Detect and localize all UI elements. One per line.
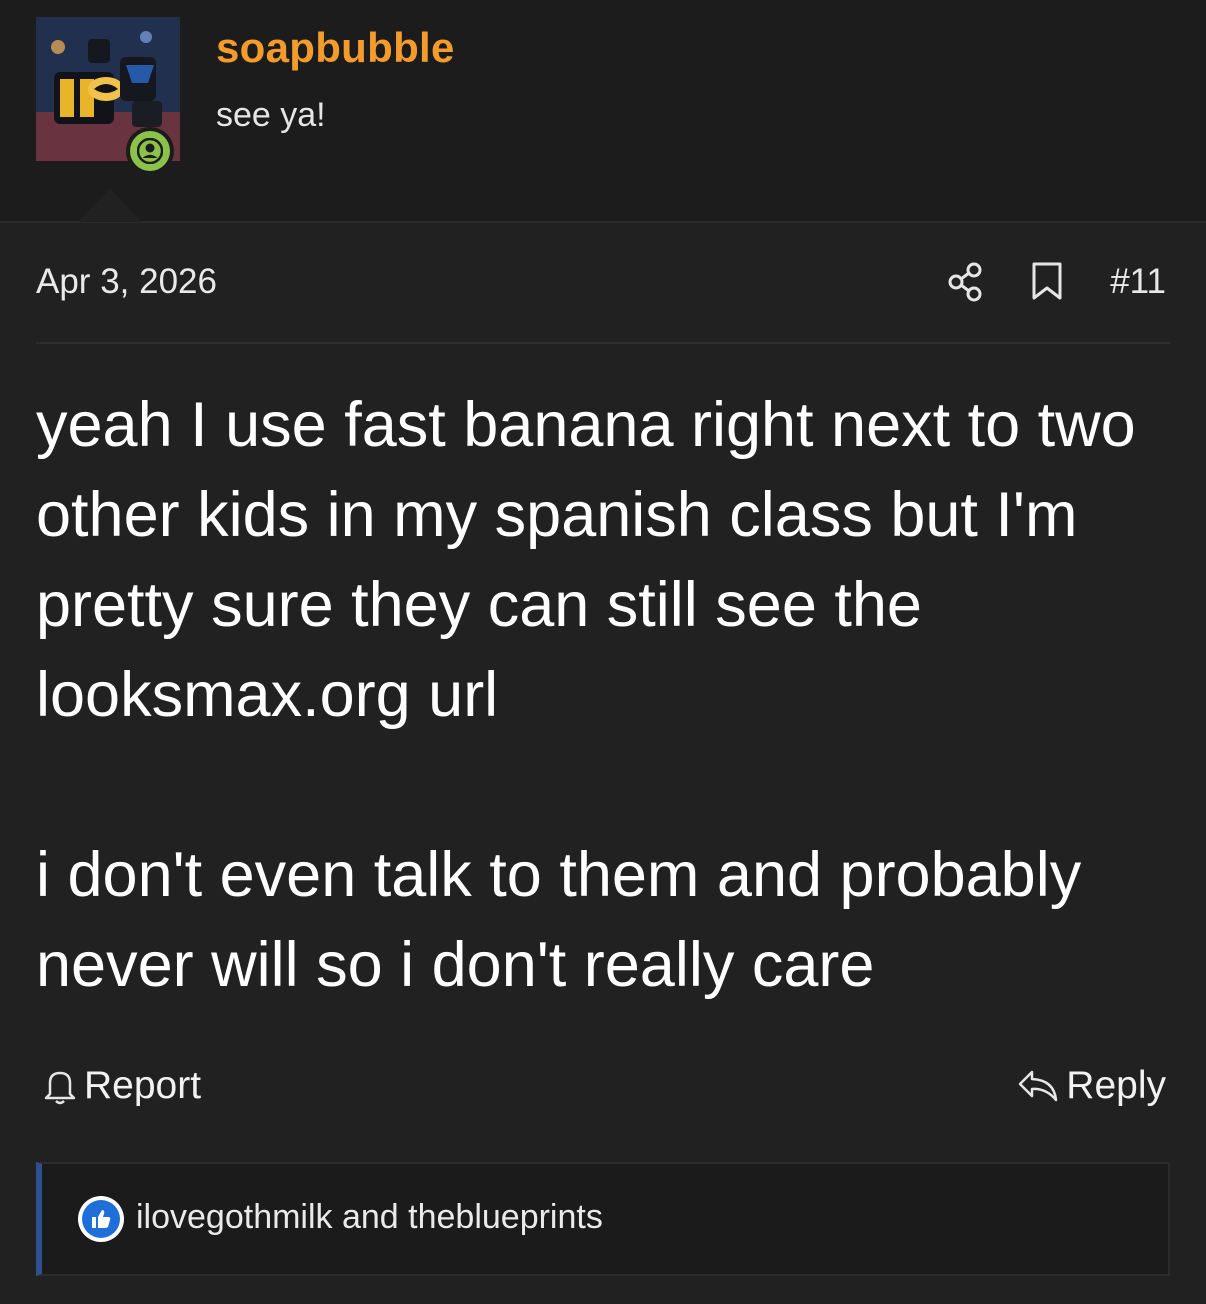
report-label: Report xyxy=(84,1064,202,1107)
post-actions: Report Reply xyxy=(36,1060,1170,1120)
reply-icon xyxy=(1019,1070,1058,1102)
like-icon xyxy=(78,1196,124,1242)
header-pointer xyxy=(78,188,142,222)
reply-button[interactable]: Reply xyxy=(1016,1064,1166,1108)
bookmark-icon[interactable] xyxy=(1030,260,1064,304)
user-status: see ya! xyxy=(216,96,326,134)
reaction-users-link[interactable]: ilovegothmilk and theblueprints xyxy=(136,1198,603,1237)
user-icon xyxy=(137,138,163,164)
divider xyxy=(36,342,1170,344)
bell-icon xyxy=(44,1071,76,1105)
post-date[interactable]: Apr 3, 2026 xyxy=(36,262,217,302)
post-paragraph: yeah I use fast banana right next to two… xyxy=(36,390,1136,730)
post-number-link[interactable]: #11 xyxy=(1110,262,1166,302)
reply-label: Reply xyxy=(1066,1064,1166,1107)
post-paragraph: i don't even talk to them and probably n… xyxy=(36,840,1082,1000)
post-author-header: soapbubble see ya! xyxy=(0,0,1206,223)
share-icon[interactable] xyxy=(946,260,986,304)
post-body: yeah I use fast banana right next to two… xyxy=(36,380,1176,1010)
username[interactable]: soapbubble xyxy=(216,24,455,72)
report-button[interactable]: Report xyxy=(42,1064,201,1108)
post-meta: Apr 3, 2026 #11 xyxy=(36,260,1170,310)
online-status-badge xyxy=(126,127,174,175)
reactions-bar: ilovegothmilk and theblueprints xyxy=(36,1162,1170,1276)
